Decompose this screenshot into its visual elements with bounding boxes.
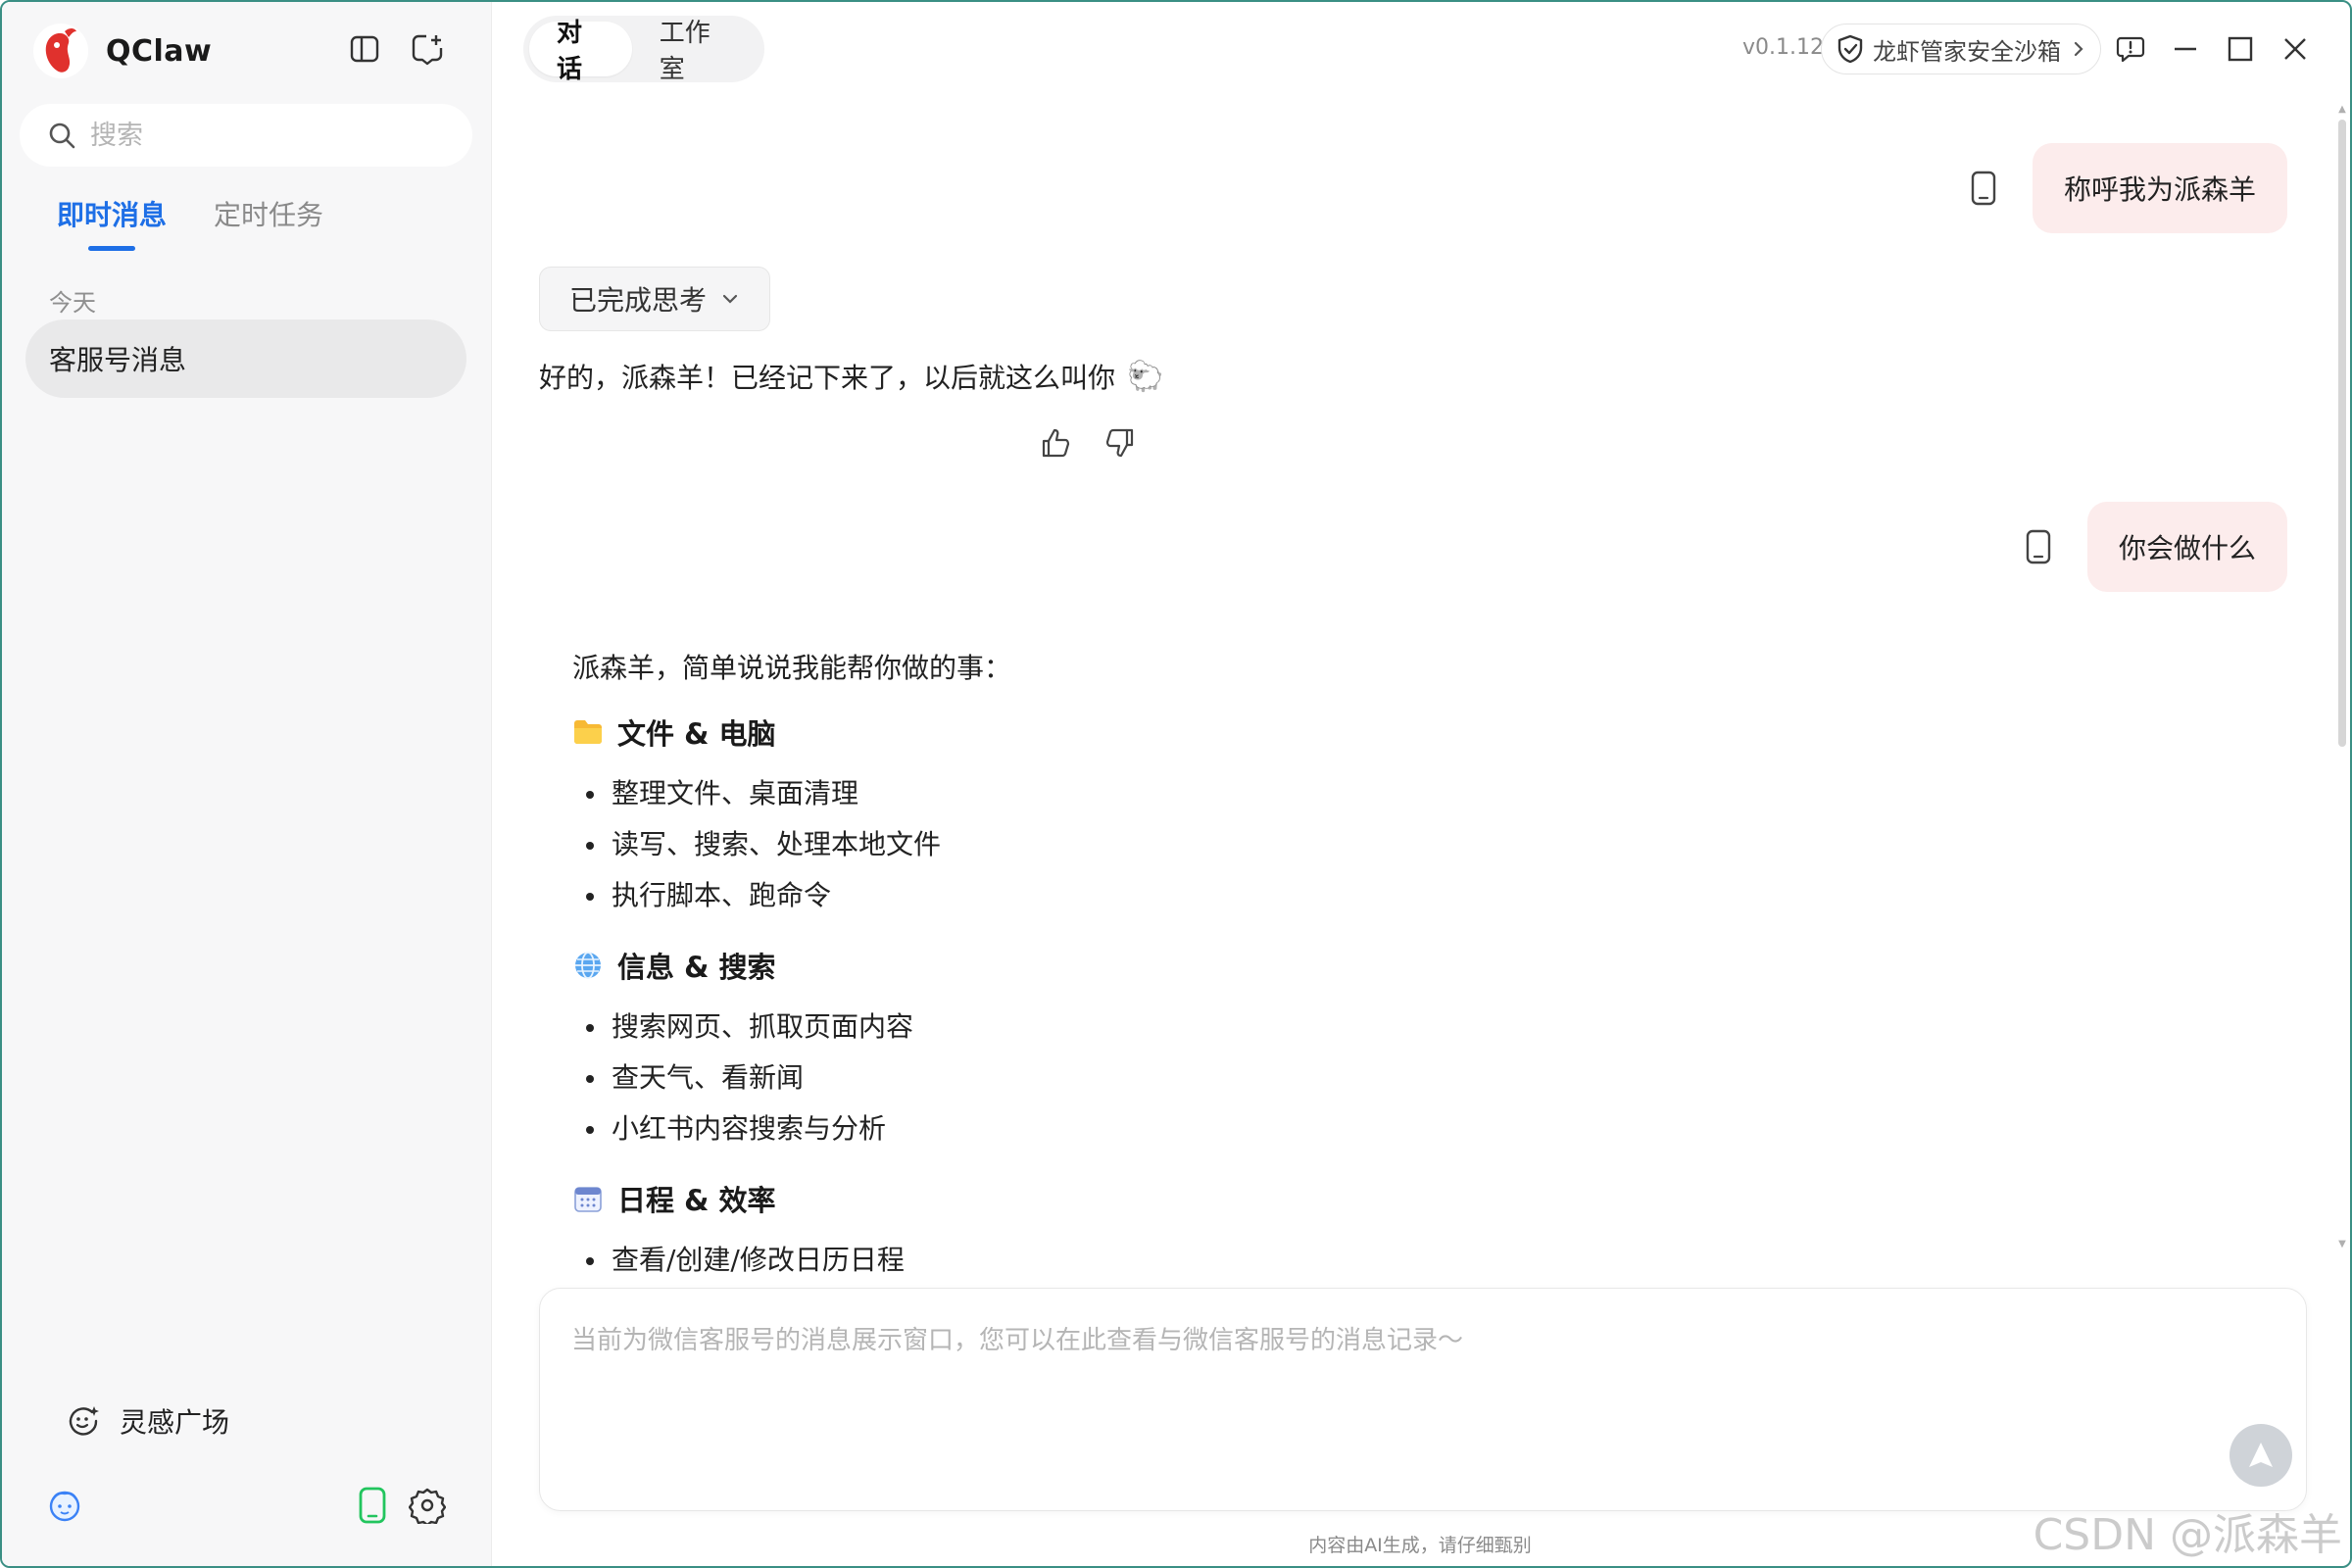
calendar-icon xyxy=(572,1183,604,1214)
message-composer xyxy=(539,1288,2307,1511)
maximize-icon xyxy=(2228,36,2253,62)
user-message: 你会做什么 xyxy=(2087,502,2288,592)
copy-message-button[interactable] xyxy=(2021,527,2056,566)
search-box[interactable] xyxy=(20,104,472,167)
user-message: 称呼我为派森羊 xyxy=(2033,143,2288,233)
section-title-text: 文件 & 电脑 xyxy=(617,717,776,751)
phone-icon xyxy=(359,1487,386,1524)
section-title-text: 日程 & 效率 xyxy=(617,1184,776,1217)
new-chat-button[interactable] xyxy=(408,29,447,69)
list-item: 查天气、看新闻 xyxy=(572,1053,1748,1103)
phone-outline-icon xyxy=(1971,171,1996,206)
section-title-text: 信息 & 搜索 xyxy=(617,951,776,984)
gear-icon xyxy=(409,1488,446,1524)
close-icon xyxy=(2284,38,2306,60)
feedback-icon xyxy=(2116,36,2145,63)
list-item: 执行脚本、跑命令 xyxy=(572,870,1748,921)
app-name: QClaw xyxy=(106,33,213,69)
security-sandbox-label: 龙虾管家安全沙箱 xyxy=(1873,37,2061,66)
security-sandbox-button[interactable]: 龙虾管家安全沙箱 xyxy=(1821,24,2101,74)
sidebar-panel-icon xyxy=(350,35,379,63)
bullet-list: 搜索网页、抓取页面内容 查天气、看新闻 小红书内容搜索与分析 xyxy=(572,1002,1748,1154)
assistant-reply-text: 好的，派森羊！已经记下来了，以后就这么叫你 xyxy=(539,362,1116,394)
settings-button[interactable] xyxy=(406,1484,449,1527)
globe-icon xyxy=(572,950,604,981)
thinking-toggle-button[interactable]: 已完成思考 xyxy=(539,267,771,331)
chevron-right-icon xyxy=(2074,41,2083,57)
message-input[interactable] xyxy=(571,1320,2237,1438)
close-button[interactable] xyxy=(2274,27,2317,71)
tab-instant-messages[interactable]: 即时消息 xyxy=(57,194,167,251)
inspiration-plaza-button[interactable]: 灵感广场 xyxy=(67,1401,229,1441)
tab-chat[interactable]: 对话 xyxy=(529,19,632,84)
send-button[interactable] xyxy=(2230,1424,2292,1487)
answer-intro: 派森羊，简单说说我能帮你做的事： xyxy=(572,652,1012,684)
tab-studio[interactable]: 工作室 xyxy=(632,19,759,84)
phone-outline-icon xyxy=(2026,529,2051,564)
qclaw-logo-icon xyxy=(31,22,90,80)
main-panel: 对话 工作室 v0.1.12 龙虾管家安全沙箱 称呼我为派森羊 已完成思考 好的… xyxy=(492,2,2350,1566)
search-icon xyxy=(49,122,75,149)
smile-sparkle-icon xyxy=(69,1406,99,1436)
thinking-label: 已完成思考 xyxy=(569,284,708,317)
watermark: CSDN @派森羊 xyxy=(2033,1510,2342,1560)
sidebar: QClaw 即时消息 定时任务 今天 客 xyxy=(2,2,492,1566)
sheep-avatar-icon xyxy=(49,1491,80,1522)
thumbs-down-button[interactable] xyxy=(1100,423,1139,463)
folder-icon xyxy=(572,716,604,748)
app-window: QClaw 即时消息 定时任务 今天 客 xyxy=(0,0,2352,1568)
feedback-button[interactable] xyxy=(2109,27,2152,71)
assistant-reply: 好的，派森羊！已经记下来了，以后就这么叫你 🐑 xyxy=(539,357,1163,396)
scroll-down-arrow[interactable]: ▼ xyxy=(2336,1239,2348,1250)
minimize-icon xyxy=(2175,47,2196,51)
scroll-up-arrow[interactable]: ▲ xyxy=(2336,104,2348,116)
version-label: v0.1.12 xyxy=(1742,35,1824,60)
list-item: 搜索网页、抓取页面内容 xyxy=(572,1002,1748,1053)
thumbs-down-icon xyxy=(1105,428,1134,458)
thumbs-up-icon xyxy=(1042,428,1070,458)
maximize-button[interactable] xyxy=(2219,27,2262,71)
search-input[interactable] xyxy=(90,120,443,151)
group-label-today: 今天 xyxy=(49,289,96,317)
toggle-sidebar-button[interactable] xyxy=(345,29,384,69)
avatar[interactable] xyxy=(43,1484,86,1527)
phone-device-button[interactable] xyxy=(351,1484,394,1527)
chevron-down-icon xyxy=(722,294,738,304)
send-icon xyxy=(2249,1443,2273,1467)
bullet-list: 整理文件、桌面清理 读写、搜索、处理本地文件 执行脚本、跑命令 xyxy=(572,768,1748,921)
assistant-answer: 派森羊，简单说说我能帮你做的事： 文件 & 电脑 整理文件、桌面清理 读写、搜索… xyxy=(572,649,1748,1286)
section-title: 文件 & 电脑 xyxy=(572,711,1748,753)
sheep-emoji: 🐑 xyxy=(1127,359,1164,394)
bullet-list: 查看/创建/修改日历日程 xyxy=(572,1235,1748,1286)
list-item: 整理文件、桌面清理 xyxy=(572,768,1748,819)
sidebar-tabs: 即时消息 定时任务 xyxy=(57,194,323,251)
section-title: 信息 & 搜索 xyxy=(572,945,1748,986)
minimize-button[interactable] xyxy=(2164,27,2207,71)
tab-scheduled-tasks[interactable]: 定时任务 xyxy=(214,194,323,251)
list-item: 查看/创建/修改日历日程 xyxy=(572,1235,1748,1286)
conversation-item[interactable]: 客服号消息 xyxy=(25,319,466,398)
main-tabs: 对话 工作室 xyxy=(523,16,764,84)
new-chat-icon xyxy=(412,34,443,66)
list-item: 读写、搜索、处理本地文件 xyxy=(572,819,1748,870)
inspiration-plaza-label: 灵感广场 xyxy=(120,1406,230,1439)
brand: QClaw xyxy=(31,22,212,80)
shield-check-icon xyxy=(1838,34,1863,64)
thumbs-up-button[interactable] xyxy=(1037,423,1076,463)
list-item: 小红书内容搜索与分析 xyxy=(572,1103,1748,1154)
chat-scrollbar[interactable] xyxy=(2338,120,2346,747)
section-title: 日程 & 效率 xyxy=(572,1178,1748,1219)
copy-message-button[interactable] xyxy=(1966,169,2001,208)
